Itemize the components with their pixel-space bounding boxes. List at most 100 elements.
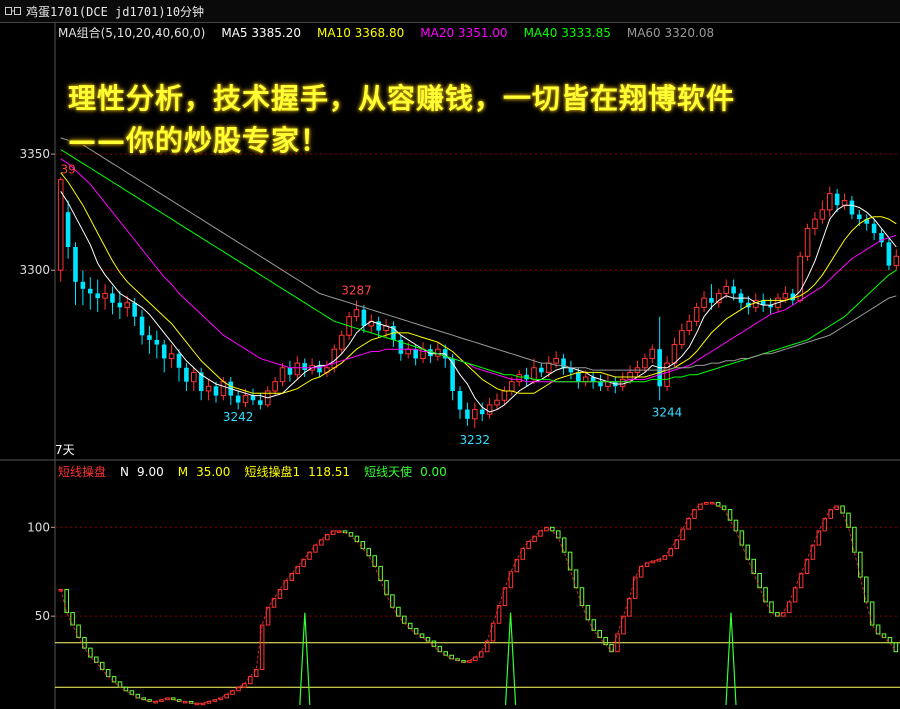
- indicator-bar: [804, 558, 810, 575]
- candle-body-up: [486, 404, 493, 415]
- indicator-m-value: 35.00: [196, 465, 231, 479]
- price-tick-label: 3350: [19, 147, 50, 161]
- indicator-bar: [893, 642, 899, 653]
- indicator-line2-label: 短线天使: [364, 465, 413, 479]
- candle-body-up: [531, 367, 537, 380]
- indicator-bar: [354, 535, 360, 543]
- candle-body-down: [709, 298, 714, 303]
- candle-body-up: [338, 334, 345, 350]
- indicator-bar: [105, 668, 111, 678]
- indicator-bar: [757, 573, 762, 589]
- indicator-bar: [745, 544, 751, 560]
- candle-body-down: [139, 316, 145, 336]
- indicator-bar: [567, 551, 573, 571]
- indicator-n-label: N: [120, 465, 129, 479]
- window-title: 鸡蛋1701(DCE jd1701)10分钟: [26, 5, 205, 19]
- candle-body-down: [598, 381, 603, 387]
- period-label: 7天: [55, 443, 75, 457]
- indicator-bar: [402, 615, 407, 624]
- candle-body-down: [258, 400, 263, 405]
- candle-body-up: [435, 348, 441, 357]
- candle-body-down: [465, 409, 470, 419]
- candle-body-down: [73, 247, 78, 282]
- candle-body-down: [857, 214, 862, 220]
- candle-body-down: [413, 349, 418, 359]
- candle-body-up: [272, 381, 278, 392]
- candle-body-down: [117, 302, 123, 308]
- indicator-tick-label: 50: [35, 609, 50, 623]
- title-bar: 鸡蛋1701(DCE jd1701)10分钟: [0, 0, 900, 23]
- candle-body-down: [235, 395, 241, 403]
- candle-body-down: [154, 339, 160, 345]
- candle-body-down: [361, 309, 367, 326]
- price-annotation: 3232: [460, 433, 491, 447]
- candle-body-down: [213, 386, 219, 396]
- candle-body-up: [693, 306, 700, 322]
- candle-body-up: [353, 309, 360, 318]
- indicator-bar: [224, 693, 229, 699]
- candle-body-up: [553, 357, 559, 364]
- candle-body-down: [176, 353, 182, 368]
- candle-body-down: [250, 395, 256, 401]
- indicator-bar: [875, 624, 881, 635]
- candle-body-up: [627, 371, 633, 380]
- candle-body-up: [797, 255, 803, 301]
- candle-body-down: [849, 200, 855, 215]
- candle-body-up: [545, 362, 552, 373]
- indicator-bar: [792, 587, 798, 603]
- candle-body-up: [723, 285, 730, 294]
- indicator-bar: [390, 594, 395, 608]
- candle-body-down: [871, 223, 877, 234]
- candle-body-up: [671, 344, 678, 364]
- candle-body-up: [191, 371, 197, 383]
- signal-pulse: [504, 612, 517, 706]
- candle-body-up: [168, 353, 175, 359]
- candle-body-down: [317, 365, 322, 373]
- candle-body-up: [279, 367, 286, 383]
- candle-body-up: [472, 409, 478, 420]
- candle-body-up: [220, 381, 227, 397]
- candle-body-up: [701, 297, 707, 308]
- candle-body-up: [819, 209, 826, 220]
- candle-body-up: [686, 320, 693, 332]
- price-tick-label: 3300: [19, 263, 50, 277]
- indicator-n-value: 9.00: [137, 465, 164, 479]
- candle-body-up: [582, 376, 589, 383]
- indicator-bar: [520, 548, 526, 560]
- indicator-bar: [751, 558, 756, 575]
- candle-body-down: [834, 193, 840, 206]
- candle-body-up: [494, 399, 500, 406]
- candle-body-down: [539, 367, 544, 373]
- indicator-tick-label: 100: [27, 520, 50, 534]
- candle-body-up: [508, 381, 515, 392]
- signal-pulse: [725, 612, 737, 706]
- candle-body-down: [65, 212, 71, 247]
- indicator-line1-label: 短线操盘1: [244, 465, 301, 479]
- indicator-line: [60, 501, 897, 704]
- indicator-bar: [603, 636, 608, 646]
- indicator-bar: [372, 555, 377, 567]
- indicator-name: 短线操盘: [58, 465, 107, 479]
- candle-body-up: [619, 378, 626, 387]
- ma-legend: MA组合(5,10,20,40,60,0) MA5 3385.20 MA10 336…: [58, 24, 730, 41]
- indicator-line2-value: 0.00: [420, 465, 447, 479]
- price-annotation: 39: [60, 163, 75, 177]
- indicator-m-label: M: [177, 465, 189, 479]
- candle-body-down: [87, 288, 93, 294]
- ma5-label: MA5 3385.20: [221, 26, 301, 40]
- indicator-bar: [313, 544, 318, 553]
- indicator-bar: [76, 624, 81, 638]
- indicator-bar: [585, 604, 591, 621]
- candle-body-up: [516, 374, 522, 383]
- signal-pulse: [299, 612, 311, 706]
- candle-body-up: [812, 218, 818, 229]
- candle-body-up: [642, 357, 648, 369]
- candle-body-down: [886, 242, 892, 266]
- candle-body-up: [679, 330, 685, 346]
- indicator-bar: [798, 573, 804, 589]
- candle-body-up: [124, 302, 131, 308]
- indicator-line1-value: 118.51: [308, 465, 351, 479]
- candle-body-up: [782, 292, 789, 299]
- candle-body-down: [731, 286, 736, 294]
- indicator-bar: [396, 606, 401, 617]
